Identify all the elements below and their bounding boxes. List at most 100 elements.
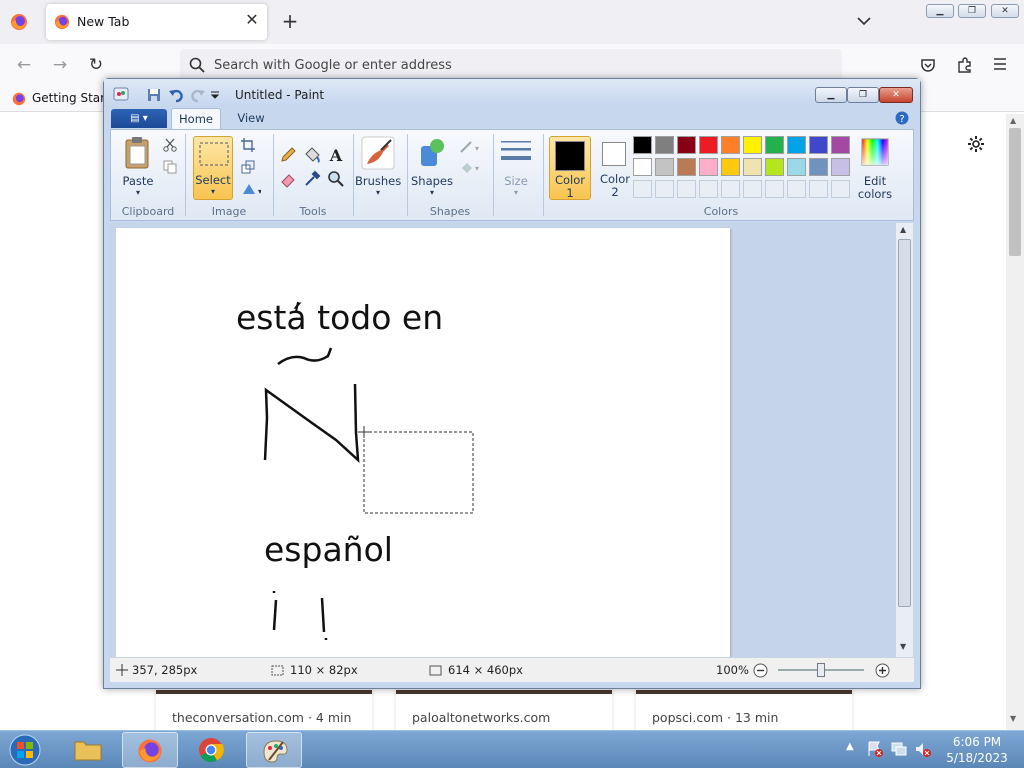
chevron-down-icon[interactable] xyxy=(855,13,873,29)
color-picker-icon[interactable] xyxy=(303,170,321,188)
tab-new-tab[interactable]: New Tab ✕ xyxy=(46,4,267,40)
rotate-icon[interactable]: ▾ xyxy=(241,182,261,196)
undo-icon[interactable] xyxy=(168,87,184,103)
text-tool-icon[interactable]: A xyxy=(327,146,345,164)
copy-icon[interactable] xyxy=(163,160,177,174)
palette-color-swatch[interactable] xyxy=(655,136,674,154)
paint-minimize-button[interactable]: ▁ xyxy=(815,87,847,103)
gear-icon[interactable] xyxy=(966,134,986,154)
crop-icon[interactable] xyxy=(241,138,255,152)
palette-color-swatch[interactable] xyxy=(633,158,652,176)
new-tab-button[interactable]: + xyxy=(280,11,300,31)
brushes-dropdown-chevron-icon[interactable]: ▾ xyxy=(372,188,384,197)
edit-colors-icon[interactable] xyxy=(861,138,889,166)
file-menu-button[interactable]: ▤ ▾ xyxy=(111,109,167,128)
palette-color-swatch[interactable] xyxy=(765,158,784,176)
resize-icon[interactable] xyxy=(241,160,255,174)
pencil-icon[interactable] xyxy=(279,146,297,164)
brushes-button-label[interactable]: Brushes xyxy=(355,174,401,188)
top-site-card[interactable]: theconversation.com · 4 min xyxy=(156,690,372,730)
start-button-icon[interactable] xyxy=(4,733,46,767)
fill-bucket-icon[interactable] xyxy=(303,146,321,164)
shapes-button-label[interactable]: Shapes xyxy=(409,174,455,188)
forward-arrow-icon[interactable]: → xyxy=(48,53,72,77)
palette-color-swatch[interactable] xyxy=(765,136,784,154)
top-site-card[interactable]: popsci.com · 13 min xyxy=(636,690,852,730)
size-dropdown-chevron-icon[interactable]: ▾ xyxy=(510,188,522,197)
firefox-icon[interactable] xyxy=(10,13,28,31)
custom-color-slot[interactable] xyxy=(677,180,696,198)
palette-color-swatch[interactable] xyxy=(677,158,696,176)
taskbar-explorer[interactable] xyxy=(60,732,116,768)
scroll-up-arrow-icon[interactable]: ▲ xyxy=(900,225,906,234)
top-site-card[interactable]: paloaltonetworks.com xyxy=(396,690,612,730)
custom-color-slot[interactable] xyxy=(765,180,784,198)
extensions-icon[interactable] xyxy=(956,56,974,74)
custom-color-slot[interactable] xyxy=(699,180,718,198)
palette-color-swatch[interactable] xyxy=(699,158,718,176)
custom-color-slot[interactable] xyxy=(633,180,652,198)
show-hidden-icons-chevron-icon[interactable]: ▲ xyxy=(846,741,854,752)
network-icon[interactable] xyxy=(890,740,908,758)
tab-view[interactable]: View xyxy=(229,109,273,128)
reload-icon[interactable]: ↻ xyxy=(84,53,108,77)
pocket-icon[interactable] xyxy=(920,57,936,73)
palette-color-swatch[interactable] xyxy=(787,136,806,154)
palette-color-swatch[interactable] xyxy=(787,158,806,176)
canvas-vertical-scrollbar[interactable]: ▲ ▼ xyxy=(896,223,913,657)
shapes-icon[interactable] xyxy=(415,136,449,170)
custom-color-slot[interactable] xyxy=(721,180,740,198)
scroll-thumb[interactable] xyxy=(1009,128,1021,256)
palette-color-swatch[interactable] xyxy=(831,158,850,176)
size-button-label[interactable]: Size xyxy=(497,174,535,188)
brushes-icon[interactable] xyxy=(361,136,395,170)
fill-icon[interactable]: ▾ xyxy=(459,160,485,174)
custom-color-slot[interactable] xyxy=(655,180,674,198)
taskbar-paint[interactable] xyxy=(246,732,302,768)
scroll-up-arrow-icon[interactable]: ▲ xyxy=(1010,116,1016,125)
palette-color-swatch[interactable] xyxy=(809,158,828,176)
tab-home[interactable]: Home xyxy=(171,108,221,129)
close-tab-icon[interactable]: ✕ xyxy=(244,12,260,28)
size-icon[interactable] xyxy=(499,138,533,168)
redo-icon[interactable] xyxy=(190,87,206,103)
selection-rectangle[interactable] xyxy=(363,431,474,514)
custom-color-slot[interactable] xyxy=(809,180,828,198)
custom-color-slot[interactable] xyxy=(787,180,806,198)
save-icon[interactable] xyxy=(147,88,161,102)
clock-date[interactable]: 5/18/2023 xyxy=(946,751,1008,765)
taskbar-chrome[interactable] xyxy=(184,732,240,768)
page-scrollbar[interactable]: ▲ ▼ xyxy=(1006,114,1024,730)
palette-color-swatch[interactable] xyxy=(743,136,762,154)
back-arrow-icon[interactable]: ← xyxy=(12,53,36,77)
palette-color-swatch[interactable] xyxy=(721,136,740,154)
custom-color-slot[interactable] xyxy=(831,180,850,198)
outline-icon[interactable]: ▾ xyxy=(459,140,485,154)
paint-title-bar[interactable]: Untitled - Paint ▁ ❐ ✕ xyxy=(104,79,920,107)
paint-close-button[interactable]: ✕ xyxy=(879,87,913,103)
cut-icon[interactable] xyxy=(163,138,177,152)
browser-close-button[interactable]: ✕ xyxy=(991,4,1019,18)
canvas-scroll-thumb[interactable] xyxy=(898,239,911,607)
select-button[interactable]: Select ▾ xyxy=(193,136,233,200)
zoom-out-icon[interactable] xyxy=(753,663,768,678)
palette-color-swatch[interactable] xyxy=(721,158,740,176)
browser-maximize-button[interactable]: ❐ xyxy=(958,4,986,18)
hamburger-menu-icon[interactable] xyxy=(992,56,1008,72)
palette-color-swatch[interactable] xyxy=(831,136,850,154)
paste-dropdown-chevron-icon[interactable]: ▾ xyxy=(132,188,144,197)
color2-button[interactable]: Color 2 xyxy=(595,136,637,200)
volume-muted-icon[interactable] xyxy=(914,740,932,758)
help-icon[interactable]: ? xyxy=(895,111,909,125)
edit-colors-label-2[interactable]: colors xyxy=(855,187,895,201)
custom-color-slot[interactable] xyxy=(743,180,762,198)
browser-minimize-button[interactable]: ▁ xyxy=(926,4,954,18)
palette-color-swatch[interactable] xyxy=(699,136,718,154)
paint-maximize-button[interactable]: ❐ xyxy=(847,87,879,103)
url-input[interactable] xyxy=(214,55,814,75)
drawing-canvas[interactable]: está todo en español xyxy=(116,228,730,657)
paint-app-icon[interactable] xyxy=(113,87,129,101)
color1-button[interactable]: Color 1 xyxy=(549,136,591,200)
magnifier-icon[interactable] xyxy=(327,170,345,188)
clock-time[interactable]: 6:06 PM xyxy=(946,735,1008,749)
